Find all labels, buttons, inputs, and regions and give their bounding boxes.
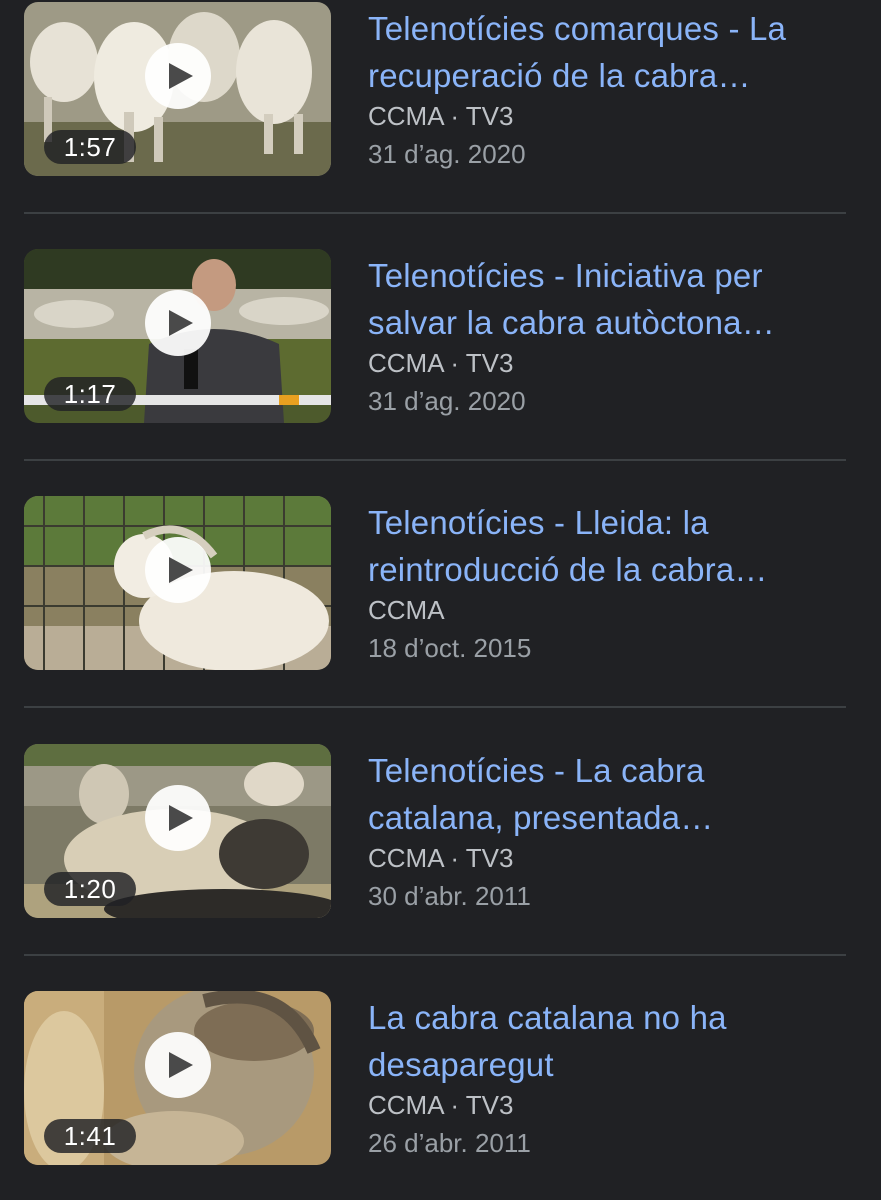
divider — [24, 459, 846, 461]
video-source: CCMA · TV3 — [368, 843, 514, 873]
video-thumbnail[interactable] — [24, 496, 331, 670]
video-result-4[interactable]: 1:20 Telenotícies - La cabra catalana, p… — [24, 744, 846, 918]
video-date: 30 d’abr. 2011 — [368, 881, 531, 911]
video-title[interactable]: Telenotícies - Lleida: la reintroducció … — [368, 499, 848, 593]
video-result-2[interactable]: 1:17 Telenotícies - Iniciativa per salva… — [24, 249, 846, 423]
result-info: Telenotícies - La cabra catalana, presen… — [368, 744, 848, 913]
divider — [24, 954, 846, 956]
video-title-line: Telenotícies - Lleida: la — [368, 504, 709, 541]
video-date: 31 d’ag. 2020 — [368, 386, 526, 416]
video-title-line: La cabra catalana no ha — [368, 999, 727, 1036]
play-button[interactable] — [145, 537, 211, 603]
video-thumbnail[interactable]: 1:17 — [24, 249, 331, 423]
video-title[interactable]: La cabra catalana no ha desaparegut — [368, 994, 848, 1088]
video-source: CCMA · TV3 — [368, 1090, 514, 1120]
video-title[interactable]: Telenotícies - La cabra catalana, presen… — [368, 747, 848, 841]
duration-badge: 1:20 — [44, 872, 136, 906]
duration-badge: 1:17 — [44, 377, 136, 411]
video-source: CCMA — [368, 595, 445, 625]
video-title-line: recuperació de la cabra… — [368, 57, 751, 94]
video-title-line: desaparegut — [368, 1046, 554, 1083]
duration-badge: 1:57 — [44, 130, 136, 164]
video-result-5[interactable]: 1:41 La cabra catalana no ha desaparegut… — [24, 991, 846, 1165]
play-icon — [168, 557, 193, 583]
play-icon — [168, 805, 193, 831]
video-date: 31 d’ag. 2020 — [368, 139, 526, 169]
video-result-3[interactable]: Telenotícies - Lleida: la reintroducció … — [24, 496, 846, 670]
play-button[interactable] — [145, 1032, 211, 1098]
result-info: Telenotícies - Lleida: la reintroducció … — [368, 496, 848, 665]
video-title-line: salvar la cabra autòctona… — [368, 304, 775, 341]
video-date: 18 d’oct. 2015 — [368, 633, 532, 663]
play-button[interactable] — [145, 785, 211, 851]
divider — [24, 212, 846, 214]
play-icon — [168, 310, 193, 336]
divider — [24, 706, 846, 708]
video-title[interactable]: Telenotícies - Iniciativa per salvar la … — [368, 252, 848, 346]
video-title-line: catalana, presentada… — [368, 799, 714, 836]
video-date: 26 d’abr. 2011 — [368, 1128, 531, 1158]
video-source: CCMA · TV3 — [368, 101, 514, 131]
video-title-line: Telenotícies comarques - La — [368, 10, 787, 47]
result-info: Telenotícies - Iniciativa per salvar la … — [368, 249, 848, 418]
video-thumbnail[interactable]: 1:41 — [24, 991, 331, 1165]
video-result-1[interactable]: 1:57 Telenotícies comarques - La recuper… — [24, 2, 846, 176]
video-thumbnail[interactable]: 1:57 — [24, 2, 331, 176]
play-icon — [168, 1052, 193, 1078]
play-icon — [168, 63, 193, 89]
video-title-line: Telenotícies - Iniciativa per — [368, 257, 763, 294]
result-info: Telenotícies comarques - La recuperació … — [368, 2, 848, 171]
video-title-line: Telenotícies - La cabra — [368, 752, 705, 789]
video-thumbnail[interactable]: 1:20 — [24, 744, 331, 918]
video-title-line: reintroducció de la cabra… — [368, 551, 768, 588]
play-button[interactable] — [145, 43, 211, 109]
video-source: CCMA · TV3 — [368, 348, 514, 378]
play-button[interactable] — [145, 290, 211, 356]
video-title[interactable]: Telenotícies comarques - La recuperació … — [368, 5, 848, 99]
result-info: La cabra catalana no ha desaparegut CCMA… — [368, 991, 848, 1160]
duration-badge: 1:41 — [44, 1119, 136, 1153]
